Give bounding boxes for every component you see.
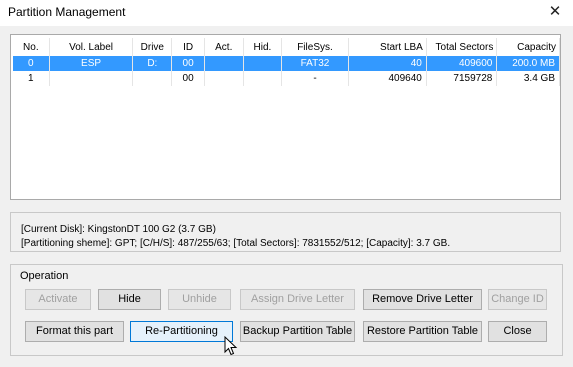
- cell-drive: D:: [132, 56, 173, 71]
- cell-hid: [243, 71, 283, 86]
- table-row[interactable]: 0 ESP D: 00 FAT32 40 409600 200.0 MB: [13, 56, 560, 71]
- cell-filesys: -: [281, 71, 349, 86]
- unhide-button[interactable]: Unhide: [168, 289, 231, 310]
- close-icon[interactable]: ✕: [545, 2, 565, 22]
- current-disk-text: [Current Disk]: KingstonDT 100 G2 (3.7 G…: [21, 224, 216, 235]
- column-header-start-lba[interactable]: Start LBA: [348, 38, 427, 56]
- operation-group-label: Operation: [19, 270, 70, 282]
- cell-vol-label: ESP: [49, 56, 134, 71]
- column-header-act[interactable]: Act.: [204, 38, 244, 56]
- table-header-row: No. Vol. Label Drive ID Act. Hid. FileSy…: [13, 38, 560, 56]
- cell-hid: [243, 56, 283, 71]
- cell-total-sectors: 409600: [426, 56, 498, 71]
- cell-total-sectors: 7159728: [426, 71, 498, 86]
- cell-act: [204, 71, 244, 86]
- change-id-button[interactable]: Change ID: [488, 289, 547, 310]
- partitioning-scheme-text: [Partitioning sheme]: GPT; [C/H/S]: 487/…: [21, 238, 451, 249]
- cell-id: 00: [171, 56, 205, 71]
- mouse-cursor-icon: [224, 336, 238, 356]
- cell-act: [204, 56, 244, 71]
- partition-table: No. Vol. Label Drive ID Act. Hid. FileSy…: [13, 38, 560, 86]
- cell-capacity: 200.0 MB: [496, 56, 560, 71]
- cell-capacity: 3.4 GB: [496, 71, 560, 86]
- table-row[interactable]: 1 00 - 409640 7159728 3.4 GB: [13, 71, 560, 86]
- cell-vol-label: [49, 71, 134, 86]
- column-header-hid[interactable]: Hid.: [243, 38, 283, 56]
- hide-button[interactable]: Hide: [98, 289, 161, 310]
- operation-group: [10, 264, 563, 356]
- backup-partition-table-button[interactable]: Backup Partition Table: [240, 321, 355, 342]
- column-header-capacity[interactable]: Capacity: [496, 38, 560, 56]
- cell-drive: [132, 71, 173, 86]
- cell-start-lba: 40: [348, 56, 427, 71]
- column-header-total-sectors[interactable]: Total Sectors: [426, 38, 498, 56]
- close-button[interactable]: Close: [488, 321, 547, 342]
- restore-partition-table-button[interactable]: Restore Partition Table: [363, 321, 482, 342]
- column-header-id[interactable]: ID: [171, 38, 205, 56]
- format-partition-button[interactable]: Format this part: [25, 321, 124, 342]
- cell-no: 1: [13, 71, 50, 86]
- activate-button[interactable]: Activate: [25, 289, 91, 310]
- window-title: Partition Management: [8, 5, 126, 19]
- cell-no: 0: [13, 56, 50, 71]
- cell-id: 00: [171, 71, 205, 86]
- partition-table-frame: No. Vol. Label Drive ID Act. Hid. FileSy…: [10, 34, 561, 200]
- title-bar: Partition Management ✕: [0, 0, 573, 26]
- column-header-vol-label[interactable]: Vol. Label: [49, 38, 134, 56]
- assign-drive-letter-button[interactable]: Assign Drive Letter: [240, 289, 355, 310]
- remove-drive-letter-button[interactable]: Remove Drive Letter: [363, 289, 482, 310]
- disk-info-panel: [Current Disk]: KingstonDT 100 G2 (3.7 G…: [10, 212, 561, 252]
- column-header-filesys[interactable]: FileSys.: [281, 38, 349, 56]
- cell-filesys: FAT32: [281, 56, 349, 71]
- re-partitioning-button[interactable]: Re-Partitioning: [130, 321, 233, 342]
- cell-start-lba: 409640: [348, 71, 427, 86]
- column-header-drive[interactable]: Drive: [132, 38, 173, 56]
- column-header-no[interactable]: No.: [13, 38, 50, 56]
